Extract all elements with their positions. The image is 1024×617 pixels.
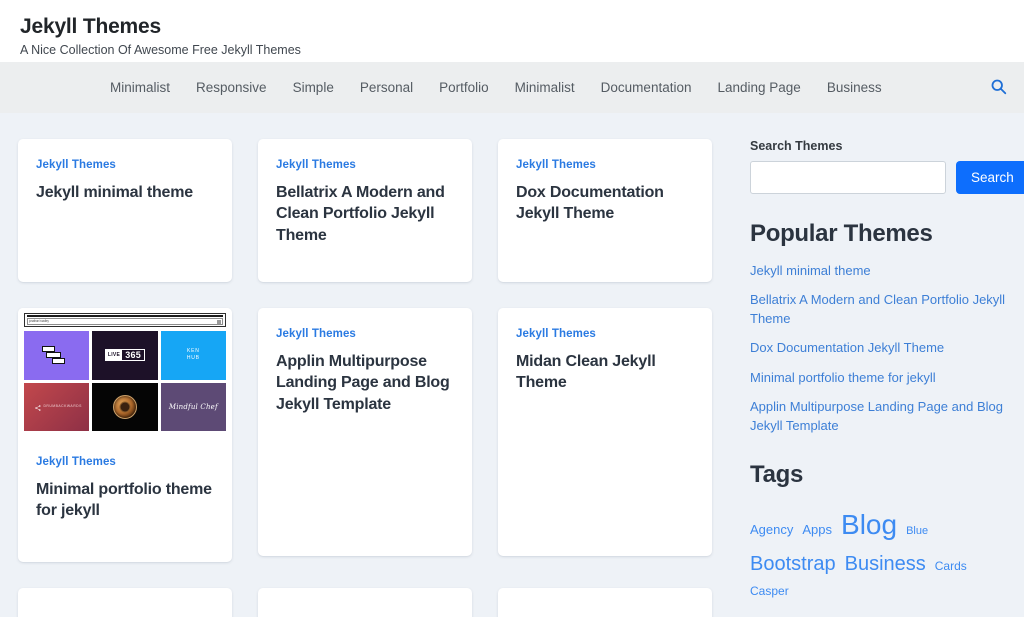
browser-dropdown-icon: [217, 319, 221, 324]
portfolio-tile-grid: LIVE 365 KEN HUB DRUMBACKWARDS Mindful C…: [24, 331, 226, 431]
popular-themes-heading: Popular Themes: [750, 220, 933, 247]
tag-link[interactable]: Bootstrap: [750, 550, 836, 579]
portfolio-tile: DRUMBACKWARDS: [24, 382, 90, 431]
stacked-cards-icon: [41, 346, 72, 365]
card-body: Jekyll Themes Dox Documentation Jekyll T…: [498, 139, 712, 243]
nav-item-business[interactable]: Business: [827, 80, 882, 95]
search-form: Search: [750, 161, 1024, 194]
card-title: Midan Clean Jekyll Theme: [516, 353, 656, 392]
tag-link[interactable]: Blue: [906, 524, 928, 540]
card-kicker: Jekyll Themes: [276, 159, 356, 171]
nav-list: Minimalist Responsive Simple Personal Po…: [110, 80, 882, 95]
search-button[interactable]: Search: [956, 161, 1024, 194]
card-kicker: Jekyll Themes: [516, 159, 596, 171]
card-kicker: Jekyll Themes: [36, 456, 116, 468]
portfolio-tile: LIVE 365: [92, 331, 158, 380]
popular-theme-link[interactable]: Dox Documentation Jekyll Theme: [750, 339, 1010, 357]
card-kicker: Jekyll Themes: [276, 328, 356, 340]
tag-link[interactable]: Apps: [802, 521, 832, 540]
card-body: Jekyll Themes Bellatrix A Modern and Cle…: [258, 139, 472, 264]
nav-item-responsive[interactable]: Responsive: [196, 80, 267, 95]
nav-item-minimalist-2[interactable]: Minimalist: [515, 80, 575, 95]
card-body: Jekyll Themes Minimal portfolio theme fo…: [18, 436, 232, 540]
browser-titlebar: [27, 315, 223, 317]
site-tagline: A Nice Collection Of Awesome Free Jekyll…: [20, 43, 301, 58]
thumbnail-browser-chrome: jonathan hoadley: [24, 313, 226, 327]
theme-card[interactable]: [18, 588, 232, 617]
card-body: Jekyll Themes Midan Clean Jekyll Theme: [498, 308, 712, 412]
popular-theme-link[interactable]: Jekyll minimal theme: [750, 262, 1010, 280]
card-body: Jekyll Themes Applin Multipurpose Landin…: [258, 308, 472, 433]
page-wrapper: Jekyll Themes Jekyll minimal theme Jekyl…: [0, 113, 1024, 617]
theme-card[interactable]: [258, 588, 472, 617]
tags-heading: Tags: [750, 461, 804, 489]
popular-themes-list: Jekyll minimal theme Bellatrix A Modern …: [750, 262, 1010, 435]
theme-card[interactable]: [498, 588, 712, 617]
card-thumbnail: jonathan hoadley LIVE 365 KEN HUB DRUMBA…: [18, 308, 232, 436]
tag-link[interactable]: Business: [845, 550, 926, 579]
portfolio-tile-label: DRUMBACKWARDS: [43, 404, 82, 409]
site-header: Jekyll Themes A Nice Collection Of Aweso…: [0, 0, 1024, 62]
tag-cloud: Agency Apps Blog Blue Bootstrap Business…: [750, 505, 1010, 600]
nav-item-portfolio[interactable]: Portfolio: [439, 80, 489, 95]
popular-theme-link[interactable]: Minimal portfolio theme for jekyll: [750, 369, 1010, 387]
main-navigation: Minimalist Responsive Simple Personal Po…: [0, 62, 1024, 113]
page-title: Jekyll Themes: [20, 15, 161, 38]
live365-logo-icon: LIVE 365: [104, 349, 146, 362]
portfolio-tile: Mindful Chef: [160, 382, 226, 431]
theme-card[interactable]: Jekyll Themes Jekyll minimal theme: [18, 139, 232, 282]
sidebar: Search Themes Search Popular Themes Jeky…: [740, 113, 1024, 617]
list-item: Bellatrix A Modern and Clean Portfolio J…: [750, 291, 1010, 328]
card-kicker: Jekyll Themes: [516, 328, 596, 340]
coin-emblem-icon: [112, 394, 137, 419]
card-title: Bellatrix A Modern and Clean Portfolio J…: [276, 184, 445, 244]
list-item: Minimal portfolio theme for jekyll: [750, 369, 1010, 387]
theme-card[interactable]: Jekyll Themes Bellatrix A Modern and Cle…: [258, 139, 472, 282]
list-item: Jekyll minimal theme: [750, 262, 1010, 280]
tag-link[interactable]: Cards: [935, 558, 967, 575]
browser-address-bar: jonathan hoadley: [27, 318, 223, 325]
card-title: Dox Documentation Jekyll Theme: [516, 184, 664, 223]
nav-item-simple[interactable]: Simple: [293, 80, 334, 95]
card-title: Minimal portfolio theme for jekyll: [36, 481, 212, 520]
theme-grid-column: Jekyll Themes Jekyll minimal theme Jekyl…: [0, 113, 740, 617]
theme-card[interactable]: Jekyll Themes Applin Multipurpose Landin…: [258, 308, 472, 556]
search-icon: [990, 78, 1007, 98]
theme-card[interactable]: Jekyll Themes Midan Clean Jekyll Theme: [498, 308, 712, 556]
list-item: Applin Multipurpose Landing Page and Blo…: [750, 398, 1010, 435]
portfolio-tile: [92, 382, 158, 431]
nav-item-personal[interactable]: Personal: [360, 80, 413, 95]
portfolio-tile: KEN HUB: [160, 331, 226, 380]
nav-search-toggle[interactable]: [986, 76, 1010, 100]
search-themes-label: Search Themes: [750, 139, 843, 153]
drum-logo-row: DRUMBACKWARDS: [31, 398, 81, 416]
tag-link[interactable]: Blog: [841, 505, 897, 546]
portfolio-tile-label: Mindful Chef: [168, 402, 218, 411]
nav-item-documentation[interactable]: Documentation: [601, 80, 692, 95]
list-item: Dox Documentation Jekyll Theme: [750, 339, 1010, 357]
live365-live-text: LIVE: [105, 350, 123, 361]
popular-theme-link[interactable]: Bellatrix A Modern and Clean Portfolio J…: [750, 291, 1010, 328]
card-body: Jekyll Themes Jekyll minimal theme: [18, 139, 232, 221]
search-input[interactable]: [750, 161, 946, 194]
theme-card[interactable]: Jekyll Themes Dox Documentation Jekyll T…: [498, 139, 712, 282]
card-title: Applin Multipurpose Landing Page and Blo…: [276, 353, 450, 413]
share-icon: [35, 398, 42, 416]
nav-item-landing-page[interactable]: Landing Page: [717, 80, 800, 95]
popular-theme-link[interactable]: Applin Multipurpose Landing Page and Blo…: [750, 398, 1010, 435]
theme-card[interactable]: jonathan hoadley LIVE 365 KEN HUB DRUMBA…: [18, 308, 232, 562]
portfolio-tile-label: KEN HUB: [186, 347, 200, 362]
card-kicker: Jekyll Themes: [36, 159, 116, 171]
portfolio-tile: [24, 331, 90, 380]
theme-card-grid: Jekyll Themes Jekyll minimal theme Jekyl…: [18, 139, 740, 617]
tag-link[interactable]: Casper: [750, 583, 789, 600]
card-title: Jekyll minimal theme: [36, 184, 193, 201]
live365-num-text: 365: [125, 350, 142, 361]
browser-url-text: jonathan hoadley: [29, 319, 49, 324]
tag-link[interactable]: Agency: [750, 521, 793, 540]
nav-item-minimalist[interactable]: Minimalist: [110, 80, 170, 95]
